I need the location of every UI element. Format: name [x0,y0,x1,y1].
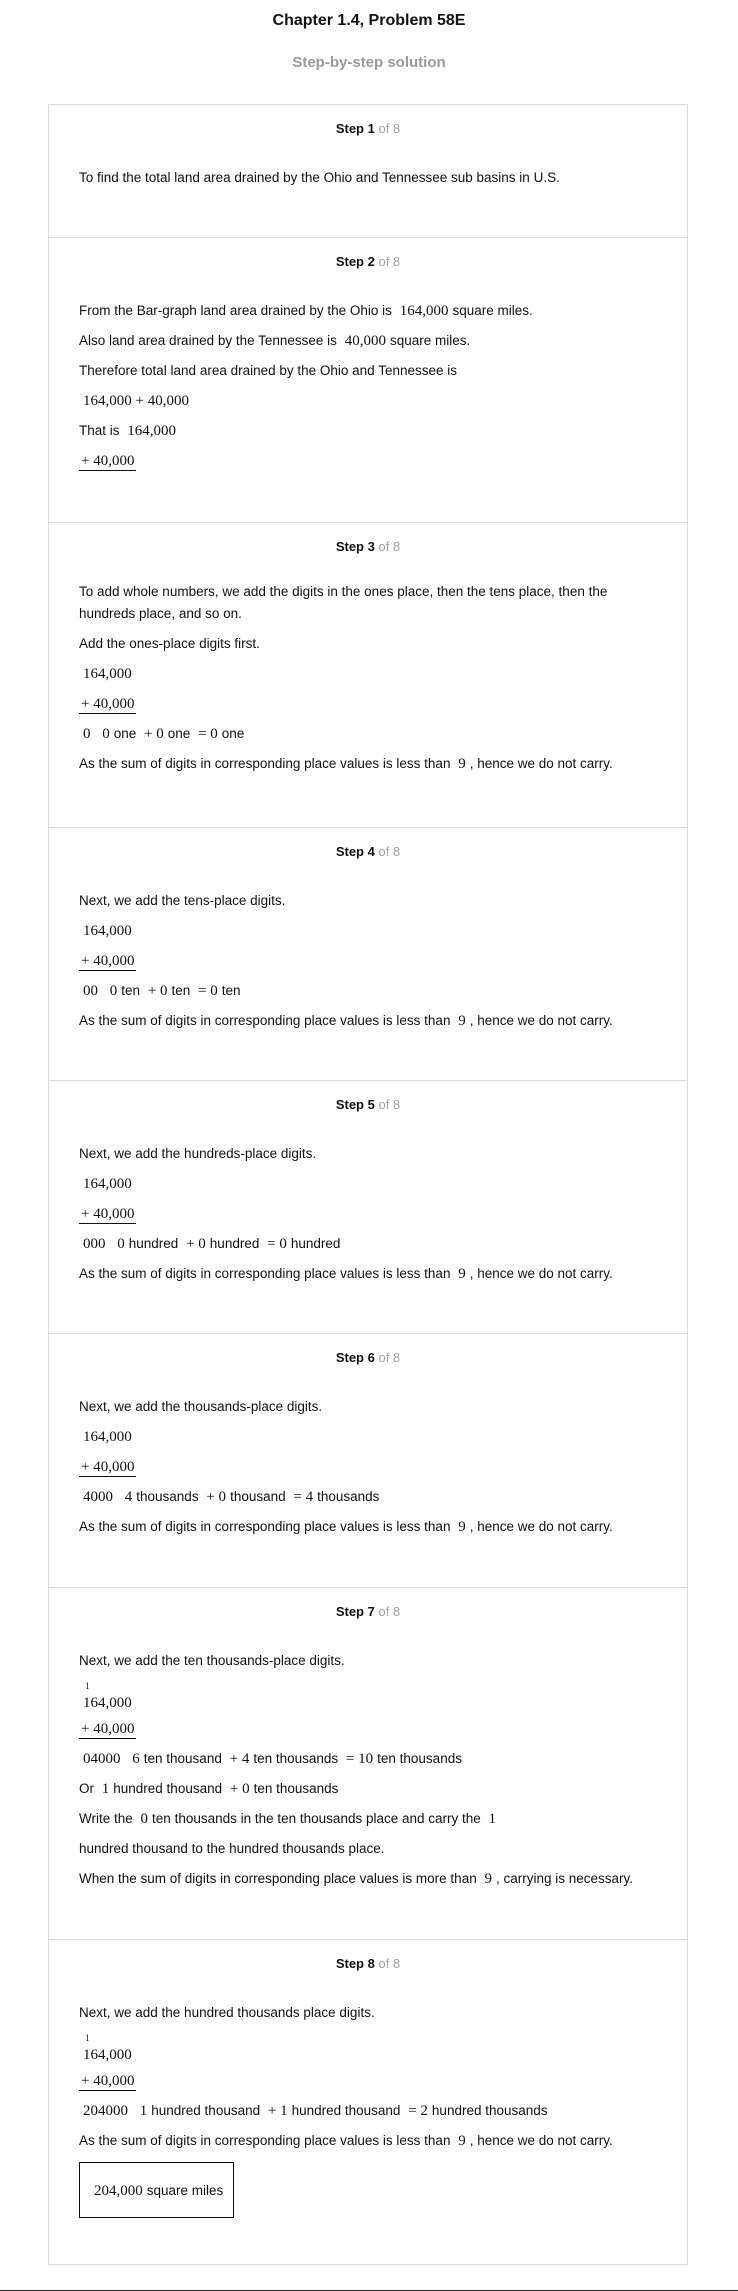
step-count: of 8 [378,1097,401,1112]
step-text: Next, we add the thousands-place digits. [79,1399,323,1414]
carry-digit: 1 [85,1681,90,1691]
step-text: hundred thousand to the hundred thousand… [79,1841,385,1856]
step-6-header: Step 6 of 8 [49,1334,687,1382]
step-3-header: Step 3 of 8 [49,523,687,571]
math-addend: 164,000 [83,666,132,682]
step-text: To add whole numbers, we add the digits … [79,584,608,599]
step-count: of 8 [378,1956,401,1971]
place-sum: 000 0 hundred + 0 hundred = 0 hundred [83,1236,341,1252]
place-sum: 04000 6 ten thousand + 4 ten thousands = 1… [83,1751,462,1767]
step-label: Step 4 [335,844,375,859]
step-note: As the sum of digits in corresponding pl… [79,1519,613,1535]
step-label: Step 5 [335,1097,375,1112]
step-note: As the sum of digits in corresponding pl… [79,1013,613,1029]
step-6-card: Step 6 of 8 Next, we add the thousands-p… [48,1334,688,1588]
final-answer-box: 204,000 square miles [79,2162,235,2218]
math-value: 164,000 [399,303,449,319]
step-4-header: Step 4 of 8 [49,828,687,876]
math-value: 40,000 [344,333,386,349]
step-text: From the Bar-graph land area drained by … [79,303,533,319]
step-8-card: Step 8 of 8 Next, we add the hundred tho… [48,1940,688,2265]
step-text: Also land area drained by the Tennessee … [79,333,471,349]
step-2-header: Step 2 of 8 [49,238,687,286]
step-text: Next, we add the hundreds-place digits. [79,1146,317,1161]
step-label: Step 7 [335,1604,375,1619]
step-5-card: Step 5 of 8 Next, we add the hundreds-pl… [48,1081,688,1334]
step-7-header: Step 7 of 8 [49,1588,687,1636]
step-text: Or 1 hundred thousand + 0 ten thousands [79,1781,339,1797]
step-text: Next, we add the tens-place digits. [79,893,286,908]
step-text: To find the total land area drained by t… [79,170,560,185]
place-sum: 0 0 one + 0 one = 0 one [83,726,245,742]
step-text: That is 164,000 [79,416,657,446]
carry-digit: 1 [85,2033,90,2043]
step-text: Write the 0 ten thousands in the ten thou… [79,1811,497,1827]
step-note: As the sum of digits in corresponding pl… [79,1266,613,1282]
step-count: of 8 [378,1350,401,1365]
math-addend: + 40,000 [79,696,137,714]
page-title: Chapter 1.4, Problem 58E [272,12,466,29]
step-5-header: Step 5 of 8 [49,1081,687,1129]
math-addend: + 40,000 [79,1721,137,1739]
math-addend: 164,000 [83,1176,132,1192]
place-sum: 4000 4 thousands + 0 thousand = 4 thousands [83,1489,380,1505]
step-count: of 8 [378,121,401,136]
math-addend: 164,000 [83,2047,132,2063]
step-4-card: Step 4 of 8 Next, we add the tens-place … [48,828,688,1081]
step-2-card: Step 2 of 8 From the Bar-graph land area… [48,238,688,523]
math-addend: 164,000 [83,923,132,939]
step-7-card: Step 7 of 8 Next, we add the ten thousan… [48,1588,688,1940]
step-8-header: Step 8 of 8 [49,1940,687,1988]
page-subtitle: Step-by-step solution [292,54,446,71]
step-label: Step 6 [335,1350,375,1365]
step-label: Step 1 [335,121,375,136]
math-addend: + 40,000 [79,1459,137,1477]
math-addend: + 40,000 [79,2073,137,2091]
step-3-card: Step 3 of 8 To add whole numbers, we add… [48,523,688,828]
step-count: of 8 [378,1604,401,1619]
answer-value: 204,000 [94,2183,143,2199]
math-addend: 164,000 [83,1695,132,1711]
math-addend: 164,000 [83,1429,132,1445]
math-addend: + 40,000 [79,453,137,471]
math-addend: + 40,000 [79,1206,137,1224]
place-sum: 204000 1 hundred thousand + 1 hundred thou… [83,2103,548,2119]
step-text: hundreds place, and so on. [79,606,242,621]
step-text: Next, we add the ten thousands-place dig… [79,1653,345,1668]
solution-page: Chapter 1.4, Problem 58E Step-by-step so… [0,0,738,2291]
step-text: Therefore total land area drained by the… [79,363,457,378]
answer-unit: square miles [146,2183,224,2198]
step-label: Step 8 [335,1956,375,1971]
step-1-header: Step 1 of 8 [49,105,687,153]
step-note: As the sum of digits in corresponding pl… [79,756,613,772]
math-expression: 164,000 + 40,000 [83,393,189,409]
step-1-card: Step 1 of 8 To find the total land area … [48,104,688,238]
step-count: of 8 [378,844,401,859]
step-text: Next, we add the hundred thousands place… [79,2005,375,2020]
step-count: of 8 [378,254,401,269]
math-value: 164,000 [127,423,177,439]
place-sum: 00 0 ten + 0 ten = 0 ten [83,983,241,999]
step-note: When the sum of digits in corresponding … [79,1871,634,1887]
math-addend: + 40,000 [79,953,137,971]
step-text: Add the ones-place digits first. [79,636,260,651]
step-note: As the sum of digits in corresponding pl… [79,2133,613,2149]
step-count: of 8 [378,539,401,554]
step-label: Step 2 [335,254,375,269]
step-label: Step 3 [335,539,375,554]
